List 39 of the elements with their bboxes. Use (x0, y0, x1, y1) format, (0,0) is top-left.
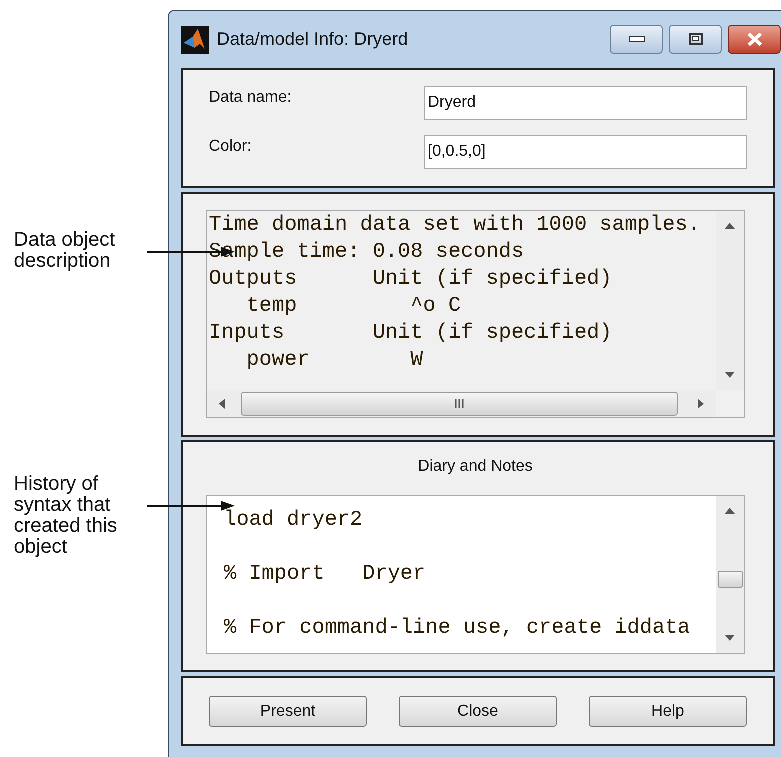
diary-line: % Import Dryer (224, 562, 426, 588)
text-field[interactable]: [0,0.5,0] (424, 135, 747, 169)
scroll-down-arrow-icon[interactable] (725, 635, 735, 641)
diary-text-area[interactable]: load dryer2 % Import Dryer % For command-line use, create iddata (206, 495, 745, 654)
close-button[interactable] (728, 24, 781, 54)
dialog-button[interactable]: Help (589, 696, 747, 727)
description-line: temp ^o C (246, 294, 462, 320)
diary-line: % For command-line use, create iddata (224, 616, 690, 642)
scroll-down-arrow-icon[interactable] (725, 372, 735, 378)
field-label: Color: (209, 137, 253, 157)
scrollbar-thumb[interactable] (241, 392, 678, 416)
maximize-icon (688, 33, 702, 45)
scroll-right-arrow-icon[interactable] (698, 398, 704, 408)
horizontal-scrollbar[interactable] (207, 390, 716, 417)
scrollbar-thumb[interactable] (718, 571, 742, 588)
vertical-scrollbar[interactable] (716, 211, 744, 390)
scroll-left-arrow-icon[interactable] (219, 398, 225, 408)
scroll-up-arrow-icon[interactable] (725, 223, 735, 229)
maximize-button[interactable] (669, 24, 722, 54)
minimize-button[interactable] (610, 24, 663, 54)
close-icon (746, 32, 762, 46)
app-logo-icon (181, 26, 209, 54)
grip-icon (455, 399, 464, 408)
annotation-text: History of syntax that created this object (14, 474, 118, 558)
dialog-button[interactable]: Close (399, 696, 557, 727)
description-line: Time domain data set with 1000 samples. (209, 213, 700, 239)
minimize-icon (628, 36, 644, 42)
annotation-text: Data object description (14, 230, 116, 272)
description-line: Inputs Unit (if specified) (209, 321, 612, 347)
diary-line: load dryer2 (224, 508, 363, 534)
scroll-up-arrow-icon[interactable] (725, 508, 735, 514)
window-title: Data/model Info: Dryerd (217, 28, 408, 51)
dialog-button[interactable]: Present (209, 696, 367, 727)
description-line: power W (246, 348, 424, 374)
field-label: Data name: (209, 88, 293, 108)
vertical-scrollbar[interactable] (716, 496, 744, 653)
panel-title: Diary and Notes (417, 457, 534, 477)
text-field[interactable]: Dryerd (424, 86, 747, 120)
description-line: Outputs Unit (if specified) (209, 267, 612, 293)
